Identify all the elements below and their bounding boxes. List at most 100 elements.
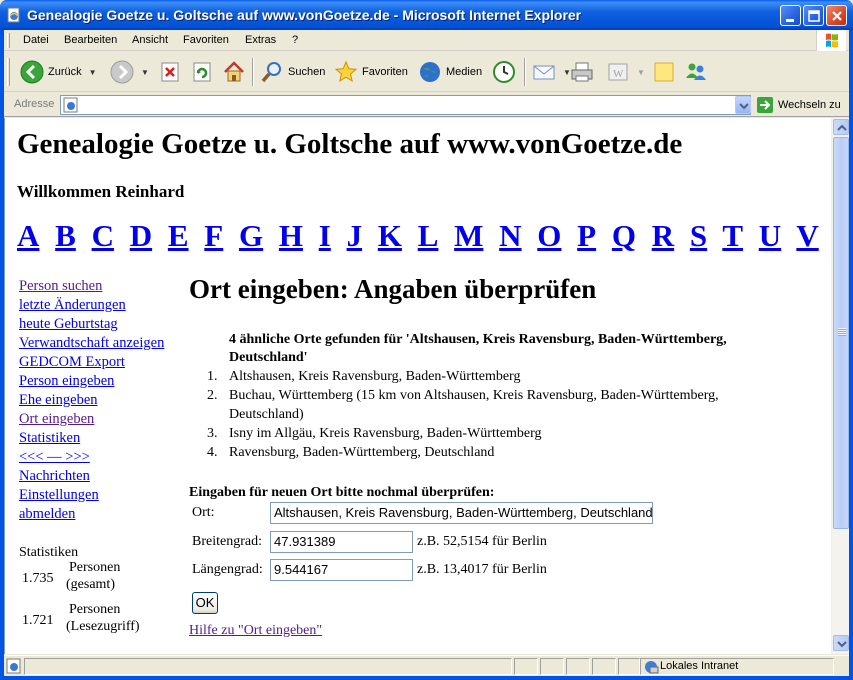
menu-extras[interactable]: Extras <box>245 34 276 46</box>
letter-link-p[interactable]: P <box>577 218 596 253</box>
alphabet-index: A B C D E F G H I J K L M N O P Q R S T … <box>17 218 831 254</box>
letter-link-v[interactable]: V <box>796 218 818 253</box>
page-viewport[interactable]: Genealogie Goetze u. Goltsche auf www.vo… <box>4 118 831 654</box>
nav-link[interactable]: abmelden <box>19 505 164 524</box>
maximize-button[interactable] <box>803 5 824 26</box>
letter-link-q[interactable]: Q <box>612 218 636 253</box>
side-navigation: Person suchen letzte Änderungen heute Gebu… <box>19 277 164 524</box>
latitude-input[interactable]: 47.931389 <box>270 531 413 553</box>
letter-link-s[interactable]: S <box>690 218 707 253</box>
media-label: Medien <box>446 66 483 78</box>
nav-link[interactable]: Statistiken <box>19 429 164 448</box>
history-button[interactable] <box>492 60 516 84</box>
nav-link[interactable]: Person suchen <box>19 277 164 296</box>
ort-input[interactable]: Altshausen, Kreis Ravensburg, Baden-Würt… <box>270 502 653 524</box>
nav-link[interactable]: Person eingeben <box>19 372 164 391</box>
back-button[interactable]: Zurück ▼ <box>20 60 97 84</box>
home-button[interactable] <box>222 60 246 84</box>
longitude-label: Längengrad: <box>192 562 263 577</box>
search-label: Suchen <box>288 66 326 78</box>
address-dropdown-button[interactable] <box>735 96 751 114</box>
letter-link-j[interactable]: J <box>347 218 363 253</box>
nav-link[interactable]: Ort eingeben <box>19 410 164 429</box>
letter-link-l[interactable]: L <box>418 218 439 253</box>
close-button[interactable] <box>826 5 847 26</box>
stat-read-line1: Personen <box>69 602 121 617</box>
refresh-button[interactable] <box>192 60 212 84</box>
list-number: 3. <box>207 426 218 441</box>
stop-button[interactable] <box>160 60 180 84</box>
help-link[interactable]: Hilfe zu "Ort eingeben" <box>189 623 322 639</box>
favorites-button[interactable]: Favoriten <box>334 60 408 84</box>
letter-link-k[interactable]: K <box>378 218 402 253</box>
vertical-scrollbar[interactable] <box>831 118 849 654</box>
nav-link[interactable]: Verwandtschaft anzeigen <box>19 334 164 353</box>
place-result-text: Ravensburg, Baden-Württemberg, Deutschla… <box>229 445 495 460</box>
star-icon <box>334 60 358 83</box>
search-button[interactable]: Suchen <box>260 60 325 84</box>
letter-link-f[interactable]: F <box>204 218 223 253</box>
letter-link-e[interactable]: E <box>168 218 189 253</box>
menu-help[interactable]: ? <box>292 34 298 46</box>
letter-link-m[interactable]: M <box>454 218 483 253</box>
letter-link-a[interactable]: A <box>17 218 39 253</box>
go-button[interactable]: Wechseln zu <box>756 96 841 114</box>
list-number: 1. <box>207 369 218 384</box>
address-input[interactable] <box>60 95 751 115</box>
standard-toolbar: Zurück ▼ ▼ Suchen Favoriten Medien ▼ W ▼ <box>4 52 849 92</box>
menu-ansicht[interactable]: Ansicht <box>132 34 168 46</box>
menu-datei[interactable]: Datei <box>23 34 49 46</box>
found-places-heading: 4 ähnliche Orte gefunden für 'Altshausen… <box>229 332 727 365</box>
discuss-button[interactable] <box>652 60 676 84</box>
nav-link[interactable]: <<< — >>> <box>19 448 164 467</box>
chevron-up-icon <box>837 124 847 131</box>
edit-button[interactable]: W ▼ <box>606 60 645 84</box>
scroll-down-button[interactable] <box>833 635 849 651</box>
forward-button[interactable]: ▼ <box>110 60 149 84</box>
toolbar-grip <box>7 58 10 86</box>
letter-link-t[interactable]: T <box>722 218 743 253</box>
scroll-thumb[interactable] <box>833 137 849 529</box>
status-cell <box>618 658 640 675</box>
nav-link[interactable]: heute Geburtstag <box>19 315 164 334</box>
minimize-button[interactable] <box>780 5 801 26</box>
go-arrow-icon <box>757 97 773 113</box>
nav-link[interactable]: Einstellungen <box>19 486 164 505</box>
window-title: Genealogie Goetze u. Goltsche auf www.vo… <box>27 7 582 23</box>
nav-link[interactable]: Ehe eingeben <box>19 391 164 410</box>
printer-icon <box>571 62 593 82</box>
forward-dropdown-icon[interactable]: ▼ <box>141 68 149 77</box>
toolbar-separator <box>524 58 526 86</box>
mail-button[interactable]: ▼ <box>532 60 571 84</box>
back-dropdown-icon[interactable]: ▼ <box>89 68 97 77</box>
messenger-button[interactable] <box>684 60 708 84</box>
place-result-item: 3. Isny im Allgäu, Kreis Ravensburg, Bade… <box>193 424 793 443</box>
menu-bearbeiten[interactable]: Bearbeiten <box>64 34 117 46</box>
menu-favoriten[interactable]: Favoriten <box>183 34 229 46</box>
intranet-icon <box>645 661 659 674</box>
nav-link[interactable]: GEDCOM Export <box>19 353 164 372</box>
title-bar[interactable]: Genealogie Goetze u. Goltsche auf www.vo… <box>0 0 853 30</box>
place-result-item: 2. Buchau, Württemberg (15 km von Altshau… <box>193 386 793 424</box>
page-title: Genealogie Goetze u. Goltsche auf www.vo… <box>17 128 683 160</box>
scroll-up-button[interactable] <box>833 119 849 135</box>
nav-link[interactable]: letzte Änderungen <box>19 296 164 315</box>
media-button[interactable]: Medien <box>418 60 482 84</box>
nav-link[interactable]: Nachrichten <box>19 467 164 486</box>
letter-link-o[interactable]: O <box>537 218 561 253</box>
letter-link-u[interactable]: U <box>759 218 781 253</box>
letter-link-i[interactable]: I <box>319 218 331 253</box>
print-button[interactable] <box>570 60 594 84</box>
ok-button[interactable]: OK <box>192 592 218 614</box>
edit-dropdown-icon[interactable]: ▼ <box>637 68 645 77</box>
letter-link-g[interactable]: G <box>239 218 263 253</box>
letter-link-b[interactable]: B <box>55 218 76 253</box>
letter-link-h[interactable]: H <box>279 218 303 253</box>
letter-link-r[interactable]: R <box>652 218 674 253</box>
longitude-input[interactable]: 9.544167 <box>270 559 413 581</box>
letter-link-c[interactable]: C <box>92 218 114 253</box>
toolbar-separator <box>252 58 254 86</box>
letter-link-d[interactable]: D <box>130 218 152 253</box>
zone-label: Lokales Intranet <box>660 660 739 672</box>
letter-link-n[interactable]: N <box>499 218 521 253</box>
